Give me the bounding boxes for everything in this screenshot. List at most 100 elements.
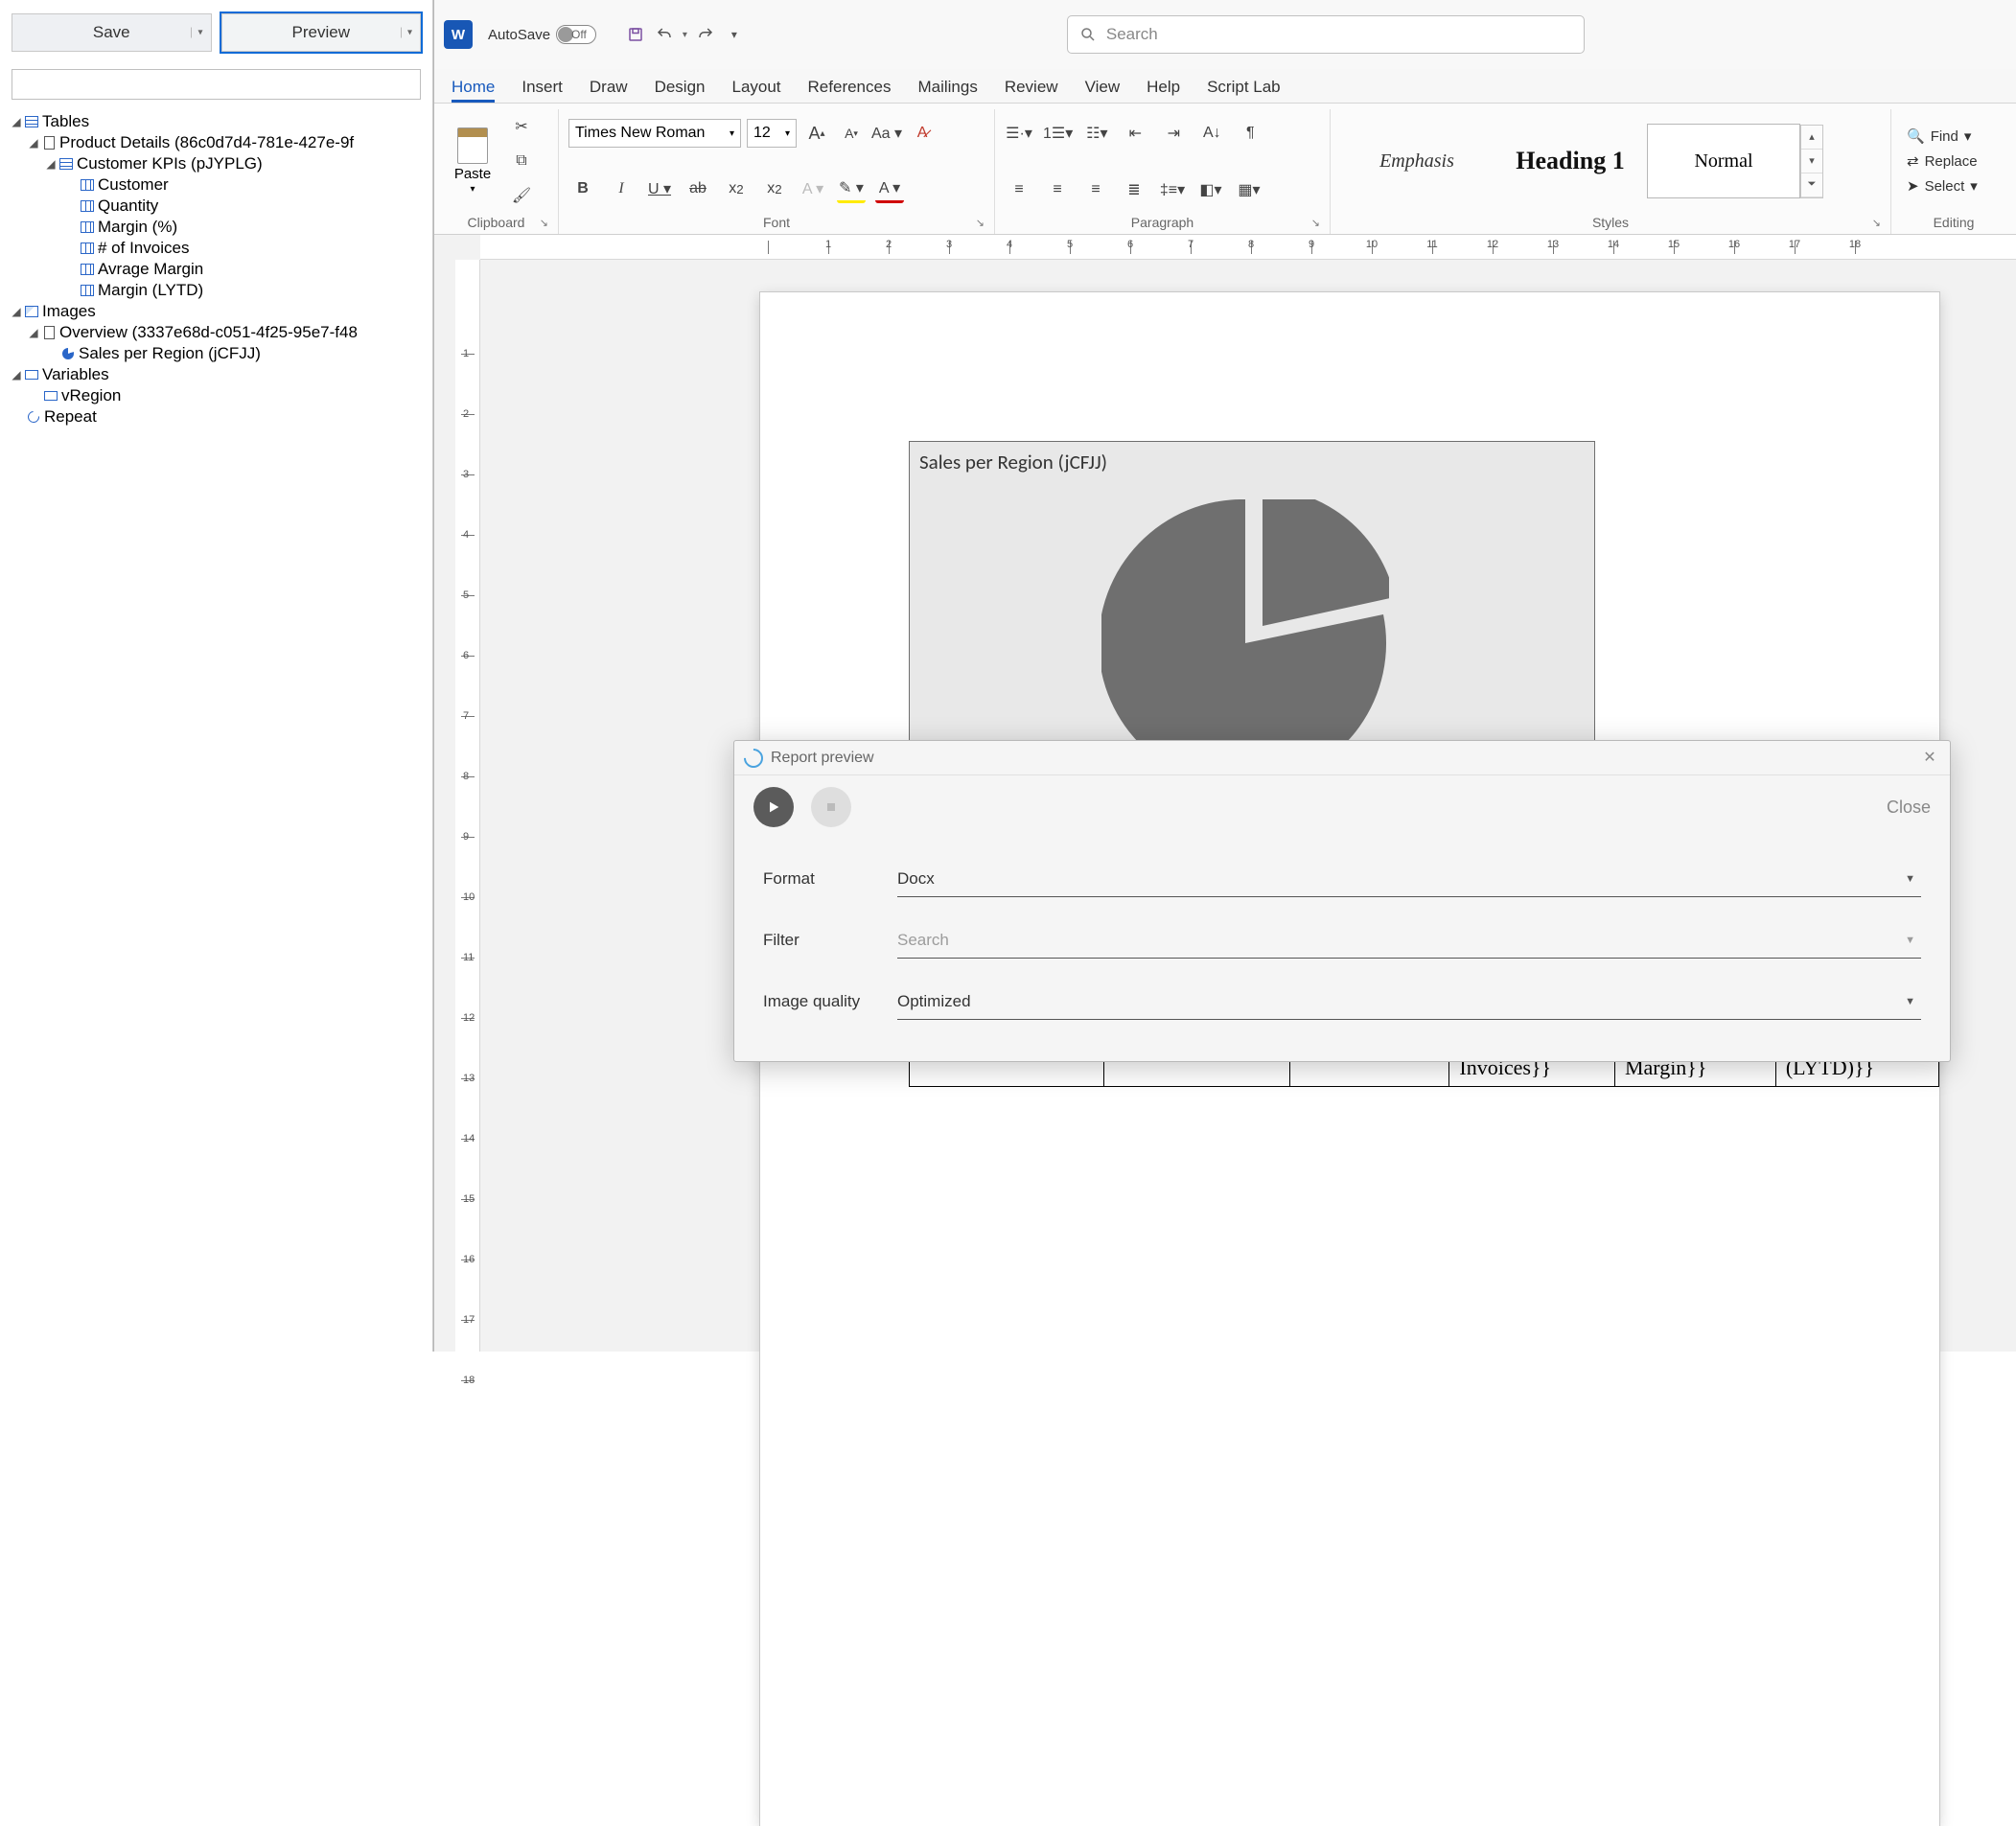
close-icon[interactable]: ✕ (1919, 747, 1940, 768)
caret-down-icon[interactable]: ◢ (10, 364, 23, 385)
justify-icon[interactable]: ≣ (1120, 175, 1148, 204)
tree-filter-input[interactable] (12, 69, 421, 100)
find-button[interactable]: 🔍Find ▾ (1907, 127, 1978, 145)
style-emphasis[interactable]: Emphasis (1340, 124, 1494, 198)
preview-button[interactable]: Preview ▾ (221, 13, 422, 52)
caret-down-icon[interactable]: ◢ (27, 132, 40, 153)
search-box[interactable]: Search (1067, 15, 1585, 54)
tree-node-customer-kpis[interactable]: ◢Customer KPIs (pJYPLG) (10, 153, 432, 174)
bullets-icon[interactable]: ☰·▾ (1005, 119, 1033, 148)
customize-qat-icon[interactable]: ▾ (724, 24, 745, 45)
tab-view[interactable]: View (1085, 78, 1121, 103)
dialog-launcher-icon[interactable]: ↘ (1872, 217, 1881, 229)
tab-review[interactable]: Review (1005, 78, 1058, 103)
undo-icon[interactable] (654, 24, 675, 45)
horizontal-ruler[interactable]: 123456789101112131415161718 (480, 235, 2016, 260)
cut-icon[interactable]: ✂ (507, 112, 536, 141)
stop-button[interactable] (811, 787, 851, 827)
select-button[interactable]: ➤Select ▾ (1907, 177, 1978, 195)
copy-icon[interactable]: ⧉ (507, 147, 536, 175)
grow-font-icon[interactable]: A▴ (802, 119, 831, 148)
filter-select[interactable]: Search▼ (897, 922, 1921, 959)
italic-icon[interactable]: I (607, 174, 636, 203)
line-spacing-icon[interactable]: ‡≡▾ (1158, 175, 1187, 204)
underline-icon[interactable]: U ▾ (645, 174, 674, 203)
tree-node-product-details[interactable]: ◢Product Details (86c0d7d4-781e-427e-9f (10, 132, 432, 153)
paste-button[interactable]: Paste▾ (444, 127, 501, 195)
tab-insert[interactable]: Insert (521, 78, 563, 103)
format-painter-icon[interactable]: 🖌 (507, 181, 536, 210)
bold-icon[interactable]: B (568, 174, 597, 203)
shrink-font-icon[interactable]: A▾ (837, 119, 866, 148)
align-center-icon[interactable]: ≡ (1043, 175, 1072, 204)
tab-mailings[interactable]: Mailings (917, 78, 977, 103)
dialog-title-bar[interactable]: Report preview ✕ (734, 741, 1950, 775)
tree-node-col[interactable]: # of Invoices (10, 238, 432, 259)
multilevel-list-icon[interactable]: ☷▾ (1082, 119, 1111, 148)
tree-node-tables[interactable]: ◢Tables (10, 111, 432, 132)
tree-node-col[interactable]: Avrage Margin (10, 259, 432, 280)
redo-icon[interactable] (695, 24, 716, 45)
save-button[interactable]: Save ▾ (12, 13, 212, 52)
shading-icon[interactable]: ◧▾ (1196, 175, 1225, 204)
close-button[interactable]: Close (1887, 797, 1931, 818)
tab-design[interactable]: Design (655, 78, 706, 103)
decrease-indent-icon[interactable]: ⇤ (1121, 119, 1149, 148)
image-quality-select[interactable]: Optimized▼ (897, 983, 1921, 1020)
align-right-icon[interactable]: ≡ (1081, 175, 1110, 204)
tree-node-variables[interactable]: ◢Variables (10, 364, 432, 385)
dialog-launcher-icon[interactable]: ↘ (976, 217, 985, 229)
tree-node-col[interactable]: Customer (10, 174, 432, 196)
style-normal[interactable]: Normal (1647, 124, 1800, 198)
caret-down-icon[interactable]: ◢ (44, 153, 58, 174)
change-case-icon[interactable]: Aa ▾ (871, 119, 902, 148)
tree-node-repeat[interactable]: Repeat (10, 406, 432, 428)
styles-scroll[interactable]: ▴▾⏷ (1800, 125, 1823, 198)
tab-help[interactable]: Help (1147, 78, 1180, 103)
dialog-launcher-icon[interactable]: ↘ (1311, 217, 1320, 229)
increase-indent-icon[interactable]: ⇥ (1159, 119, 1188, 148)
replace-button[interactable]: ⇄Replace (1907, 152, 1978, 170)
dialog-launcher-icon[interactable]: ↘ (540, 217, 548, 229)
tree-node-col[interactable]: Quantity (10, 196, 432, 217)
superscript-icon[interactable]: x2 (760, 174, 789, 203)
font-name-select[interactable]: Times New Roman▾ (568, 119, 741, 148)
tab-layout[interactable]: Layout (731, 78, 780, 103)
borders-icon[interactable]: ▦▾ (1235, 175, 1263, 204)
tree-node-col[interactable]: Margin (%) (10, 217, 432, 238)
subscript-icon[interactable]: x2 (722, 174, 751, 203)
play-button[interactable] (753, 787, 794, 827)
autosave-toggle[interactable]: AutoSave Off (488, 25, 617, 44)
save-icon[interactable] (625, 24, 646, 45)
numbering-icon[interactable]: 1☰▾ (1043, 119, 1073, 148)
caret-down-icon[interactable]: ◢ (27, 322, 40, 343)
tree-node-vregion[interactable]: vRegion (10, 385, 432, 406)
highlight-icon[interactable]: ✎ ▾ (837, 174, 866, 203)
tab-home[interactable]: Home (452, 78, 495, 103)
tree-node-sales-per-region[interactable]: Sales per Region (jCFJJ) (10, 343, 432, 364)
table-icon (23, 113, 40, 130)
text-effects-icon[interactable]: A ▾ (799, 174, 827, 203)
caret-down-icon[interactable]: ◢ (10, 111, 23, 132)
sort-icon[interactable]: A↓ (1197, 119, 1226, 148)
tab-script-lab[interactable]: Script Lab (1207, 78, 1281, 103)
font-color-icon[interactable]: A ▾ (875, 174, 904, 203)
tree-node-overview[interactable]: ◢Overview (3337e68d-c051-4f25-95e7-f48 (10, 322, 432, 343)
group-label: Editing (1934, 215, 1975, 230)
tab-references[interactable]: References (808, 78, 892, 103)
tree-node-images[interactable]: ◢Images (10, 301, 432, 322)
tab-draw[interactable]: Draw (590, 78, 628, 103)
align-left-icon[interactable]: ≡ (1005, 175, 1033, 204)
format-select[interactable]: Docx▼ (897, 861, 1921, 897)
strike-icon[interactable]: ab (684, 174, 712, 203)
replace-icon: ⇄ (1907, 152, 1919, 170)
style-heading1[interactable]: Heading 1 (1494, 124, 1647, 198)
font-size-select[interactable]: 12▾ (747, 119, 797, 148)
chevron-down-icon[interactable]: ▾ (191, 28, 202, 38)
vertical-ruler[interactable]: 123456789101112131415161718 (455, 260, 480, 1352)
chevron-down-icon[interactable]: ▾ (401, 28, 412, 38)
caret-down-icon[interactable]: ◢ (10, 301, 23, 322)
show-marks-icon[interactable]: ¶ (1236, 119, 1264, 148)
tree-node-col[interactable]: Margin (LYTD) (10, 280, 432, 301)
clear-format-icon[interactable]: A̷ (908, 119, 937, 148)
